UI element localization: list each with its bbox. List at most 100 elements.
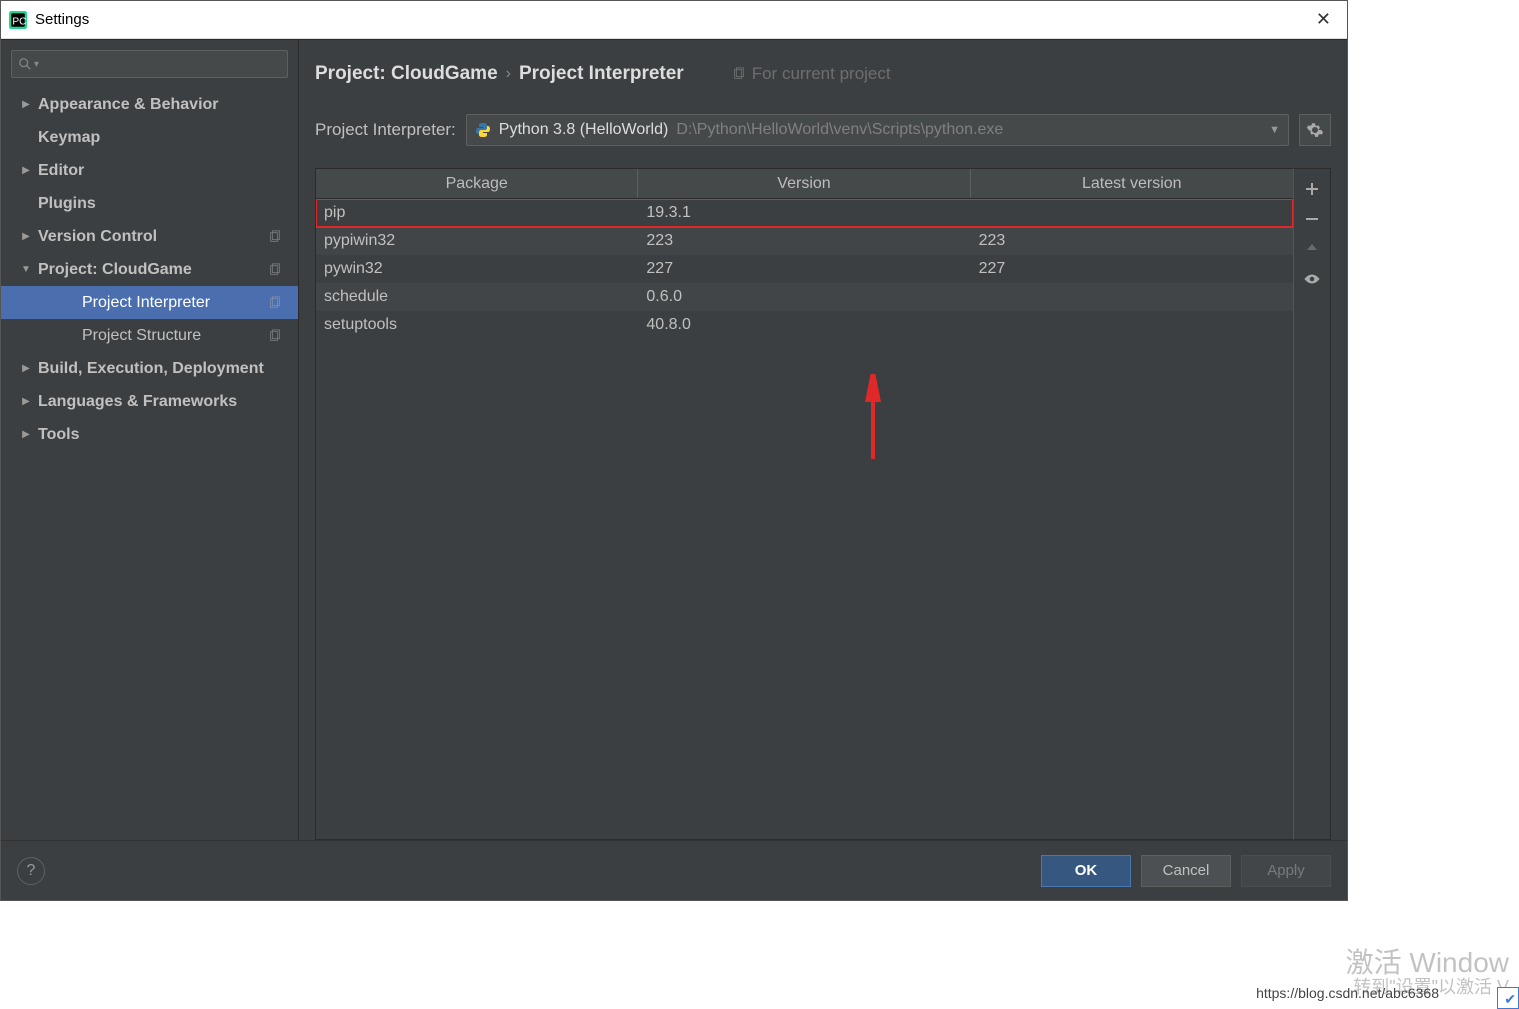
chevron-right-icon [63,329,77,343]
copy-icon [268,230,282,244]
copy-icon [732,67,746,81]
chevron-right-icon: ▶ [19,98,33,112]
settings-window: PC Settings ✕ ▾ ▶Appearance & BehaviorKe… [0,0,1348,901]
interpreter-name: Python 3.8 (HelloWorld) [499,121,669,139]
breadcrumb: Project: CloudGame › Project Interpreter… [315,54,1331,94]
table-row[interactable]: schedule0.6.0 [316,283,1293,311]
cell-package: pywin32 [316,260,638,278]
close-button[interactable]: ✕ [1308,9,1339,30]
corner-badge [1497,987,1519,1009]
chevron-right-icon: ▶ [19,164,33,178]
titlebar: PC Settings ✕ [1,1,1347,39]
sidebar-item-label: Tools [38,426,298,444]
help-button[interactable]: ? [17,857,45,885]
interpreter-row: Project Interpreter: Python 3.8 (HelloWo… [315,114,1331,146]
windows-activation-watermark-sub: 转到"设置"以激活 V [1353,973,1509,999]
cell-version: 227 [638,260,970,278]
chevron-right-icon: ▶ [19,230,33,244]
sidebar-item-keymap[interactable]: Keymap [1,121,298,154]
cell-latest: 223 [971,232,1293,250]
sidebar-item-label: Editor [38,162,298,180]
cell-package: setuptools [316,316,638,334]
column-version[interactable]: Version [638,169,970,198]
sidebar-item-label: Build, Execution, Deployment [38,360,298,378]
minus-icon [1304,211,1320,227]
sidebar-item-languages-frameworks[interactable]: ▶ Languages & Frameworks [1,385,298,418]
cell-version: 19.3.1 [638,204,970,222]
cell-version: 0.6.0 [638,288,970,306]
window-title: Settings [35,11,1308,28]
copy-icon [268,263,282,277]
cell-package: schedule [316,288,638,306]
search-icon [18,57,32,71]
package-toolbar [1293,168,1331,840]
sidebar-item-label: Project Interpreter [82,294,298,312]
dialog-footer: ? OK Cancel Apply [1,840,1347,900]
chevron-down-icon: ▼ [1269,124,1280,136]
breadcrumb-hint: For current project [732,64,891,84]
blog-url-overlay: https://blog.csdn.net/abc6368 [1256,985,1439,1001]
search-input[interactable]: ▾ [11,50,288,78]
sidebar-item-build-execution-deployment[interactable]: ▶ Build, Execution, Deployment [1,352,298,385]
package-area: Package Version Latest version pip19.3.1… [315,168,1331,840]
table-header: Package Version Latest version [316,169,1293,199]
sidebar-item-appearance-behavior[interactable]: ▶Appearance & Behavior [1,88,298,121]
interpreter-path: D:\Python\HelloWorld\venv\Scripts\python… [676,121,1003,139]
breadcrumb-project: Project: CloudGame [315,63,498,85]
sidebar-item-project-interpreter[interactable]: Project Interpreter [1,286,298,319]
interpreter-dropdown[interactable]: Python 3.8 (HelloWorld) D:\Python\HelloW… [466,114,1289,146]
chevron-right-icon [19,197,33,211]
cell-latest: 227 [971,260,1293,278]
cell-version: 223 [638,232,970,250]
sidebar-item-label: Project Structure [82,327,298,345]
table-row[interactable]: pip19.3.1 [316,199,1293,227]
chevron-right-icon: ▶ [19,395,33,409]
breadcrumb-page: Project Interpreter [519,63,684,85]
sidebar-item-version-control[interactable]: ▶ Version Control [1,220,298,253]
cancel-button[interactable]: Cancel [1141,855,1231,887]
apply-button[interactable]: Apply [1241,855,1331,887]
svg-text:PC: PC [12,16,26,27]
sidebar-item-tools[interactable]: ▶ Tools [1,418,298,451]
interpreter-label: Project Interpreter: [315,120,456,140]
main-panel: Project: CloudGame › Project Interpreter… [299,40,1347,840]
table-body: pip19.3.1pypiwin32223223pywin32227227sch… [316,199,1293,839]
cell-version: 40.8.0 [638,316,970,334]
dialog-body: ▾ ▶Appearance & BehaviorKeymap ▶ Editor Plu… [1,39,1347,840]
search-dropdown-icon: ▾ [34,59,39,70]
add-package-button[interactable] [1300,177,1324,201]
chevron-right-icon: ▶ [19,362,33,376]
sidebar-item-label: Languages & Frameworks [38,393,298,411]
interpreter-settings-button[interactable] [1299,114,1331,146]
sidebar-item-plugins[interactable]: Plugins [1,187,298,220]
sidebar-item-editor[interactable]: ▶ Editor [1,154,298,187]
chevron-right-icon: ▶ [19,428,33,442]
table-row[interactable]: pypiwin32223223 [316,227,1293,255]
plus-icon [1304,181,1320,197]
chevron-right-icon [19,131,33,145]
column-latest[interactable]: Latest version [971,169,1293,198]
settings-sidebar: ▾ ▶Appearance & BehaviorKeymap ▶ Editor Plu… [1,40,299,840]
remove-package-button[interactable] [1300,207,1324,231]
ok-button[interactable]: OK [1041,855,1131,887]
column-package[interactable]: Package [316,169,638,198]
upgrade-package-button[interactable] [1300,237,1324,261]
cell-package: pypiwin32 [316,232,638,250]
cell-package: pip [316,204,638,222]
table-row[interactable]: pywin32227227 [316,255,1293,283]
arrow-up-icon [1304,241,1320,257]
eye-icon [1303,273,1321,285]
breadcrumb-separator: › [506,65,511,83]
sidebar-item-project-structure[interactable]: Project Structure [1,319,298,352]
app-icon: PC [9,11,27,29]
show-early-releases-button[interactable] [1300,267,1324,291]
sidebar-item-label: Project: CloudGame [38,261,298,279]
sidebar-item-label: Plugins [38,195,298,213]
package-table: Package Version Latest version pip19.3.1… [315,168,1293,840]
copy-icon [268,296,282,310]
sidebar-item-project-cloudgame[interactable]: ▼Project: CloudGame [1,253,298,286]
copy-icon [268,329,282,343]
sidebar-item-label: Version Control [38,228,298,246]
table-row[interactable]: setuptools40.8.0 [316,311,1293,339]
settings-tree: ▶Appearance & BehaviorKeymap ▶ Editor Plugi… [1,88,298,451]
